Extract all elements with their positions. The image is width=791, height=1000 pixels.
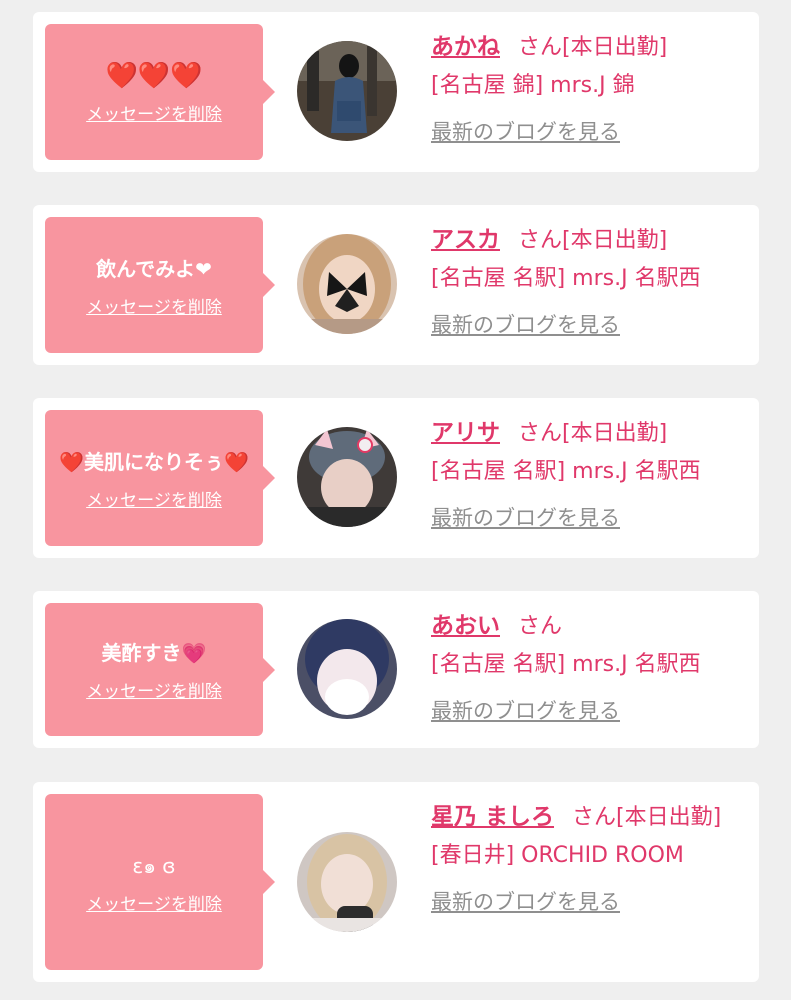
status-badge: [本日出勤] [562, 421, 668, 446]
avatar-photo [297, 832, 397, 932]
cast-name-link[interactable]: あおい [431, 613, 500, 639]
blog-link[interactable]: 最新のブログを見る [431, 883, 620, 921]
avatar[interactable] [297, 832, 397, 932]
message-list: ❤️❤️❤️ メッセージを削除 あかね さん[本日出勤] [名古屋 錦] mrs.… [0, 0, 791, 1000]
list-item: ❤️美肌になりそぅ❤️ メッセージを削除 アリサ さん[本日出勤] [名古屋 名駅… [33, 398, 759, 558]
message-bubble: ɛ๑ ɞ メッセージを削除 [45, 794, 275, 970]
shop-label: [春日井] ORCHID ROOM [431, 843, 684, 868]
list-item: 美酢すき💗 メッセージを削除 あおい さん [名古屋 名駅] mrs.J 名駅西 … [33, 591, 759, 748]
honorific: さん [518, 421, 563, 446]
shop-label: [名古屋 名駅] mrs.J 名駅西 [431, 459, 701, 484]
cast-info: アリサ さん[本日出勤] [名古屋 名駅] mrs.J 名駅西 最新のブログを見る [431, 414, 751, 538]
message-bubble: 飲んでみよ❤ メッセージを削除 [45, 217, 275, 353]
delete-message-link[interactable]: メッセージを削除 [86, 100, 222, 125]
avatar-photo [297, 41, 397, 141]
delete-message-link[interactable]: メッセージを削除 [86, 890, 222, 915]
honorific: さん [518, 614, 563, 639]
avatar[interactable] [297, 41, 397, 141]
status-badge: [本日出勤] [562, 228, 668, 253]
message-text: ❤️❤️❤️ [105, 60, 203, 91]
message-text: 飲んでみよ❤ [96, 256, 212, 281]
cast-info: あおい さん [名古屋 名駅] mrs.J 名駅西 最新のブログを見る [431, 607, 751, 731]
message-bubble: ❤️❤️❤️ メッセージを削除 [45, 24, 275, 160]
delete-message-link[interactable]: メッセージを削除 [86, 486, 222, 511]
delete-message-link[interactable]: メッセージを削除 [86, 677, 222, 702]
avatar-photo [297, 234, 397, 334]
cast-name-link[interactable]: 星乃 ましろ [431, 804, 554, 830]
cast-name-link[interactable]: アリサ [431, 420, 500, 446]
shop-label: [名古屋 錦] mrs.J 錦 [431, 73, 635, 98]
blog-link[interactable]: 最新のブログを見る [431, 113, 620, 151]
status-badge: [本日出勤] [616, 805, 722, 830]
message-bubble: ❤️美肌になりそぅ❤️ メッセージを削除 [45, 410, 275, 546]
blog-link[interactable]: 最新のブログを見る [431, 692, 620, 730]
list-item: ɛ๑ ɞ メッセージを削除 星乃 ましろ さん[本日出勤] [春日井] ORCHI… [33, 782, 759, 982]
avatar-photo [297, 619, 397, 719]
honorific: さん [518, 228, 563, 253]
cast-name-link[interactable]: あかね [431, 34, 500, 60]
avatar[interactable] [297, 427, 397, 527]
cast-info: アスカ さん[本日出勤] [名古屋 名駅] mrs.J 名駅西 最新のブログを見る [431, 221, 751, 345]
list-item: 飲んでみよ❤ メッセージを削除 アスカ さん[本日出勤] [名古屋 名駅] mrs… [33, 205, 759, 365]
cast-info: 星乃 ましろ さん[本日出勤] [春日井] ORCHID ROOM 最新のブログを… [431, 798, 751, 922]
message-text: ❤️美肌になりそぅ❤️ [59, 449, 249, 474]
cast-info: あかね さん[本日出勤] [名古屋 錦] mrs.J 錦 最新のブログを見る [431, 28, 751, 152]
avatar[interactable] [297, 234, 397, 334]
avatar-photo [297, 427, 397, 527]
message-text: ɛ๑ ɞ [132, 853, 176, 878]
list-item: ❤️❤️❤️ メッセージを削除 あかね さん[本日出勤] [名古屋 錦] mrs.… [33, 12, 759, 172]
avatar[interactable] [297, 619, 397, 719]
honorific: さん [518, 35, 563, 60]
shop-label: [名古屋 名駅] mrs.J 名駅西 [431, 652, 701, 677]
delete-message-link[interactable]: メッセージを削除 [86, 293, 222, 318]
message-bubble: 美酢すき💗 メッセージを削除 [45, 603, 275, 736]
message-text: 美酢すき💗 [101, 641, 207, 665]
honorific: さん [572, 805, 617, 830]
blog-link[interactable]: 最新のブログを見る [431, 499, 620, 537]
shop-label: [名古屋 名駅] mrs.J 名駅西 [431, 266, 701, 291]
status-badge: [本日出勤] [562, 35, 668, 60]
blog-link[interactable]: 最新のブログを見る [431, 306, 620, 344]
cast-name-link[interactable]: アスカ [431, 227, 500, 253]
